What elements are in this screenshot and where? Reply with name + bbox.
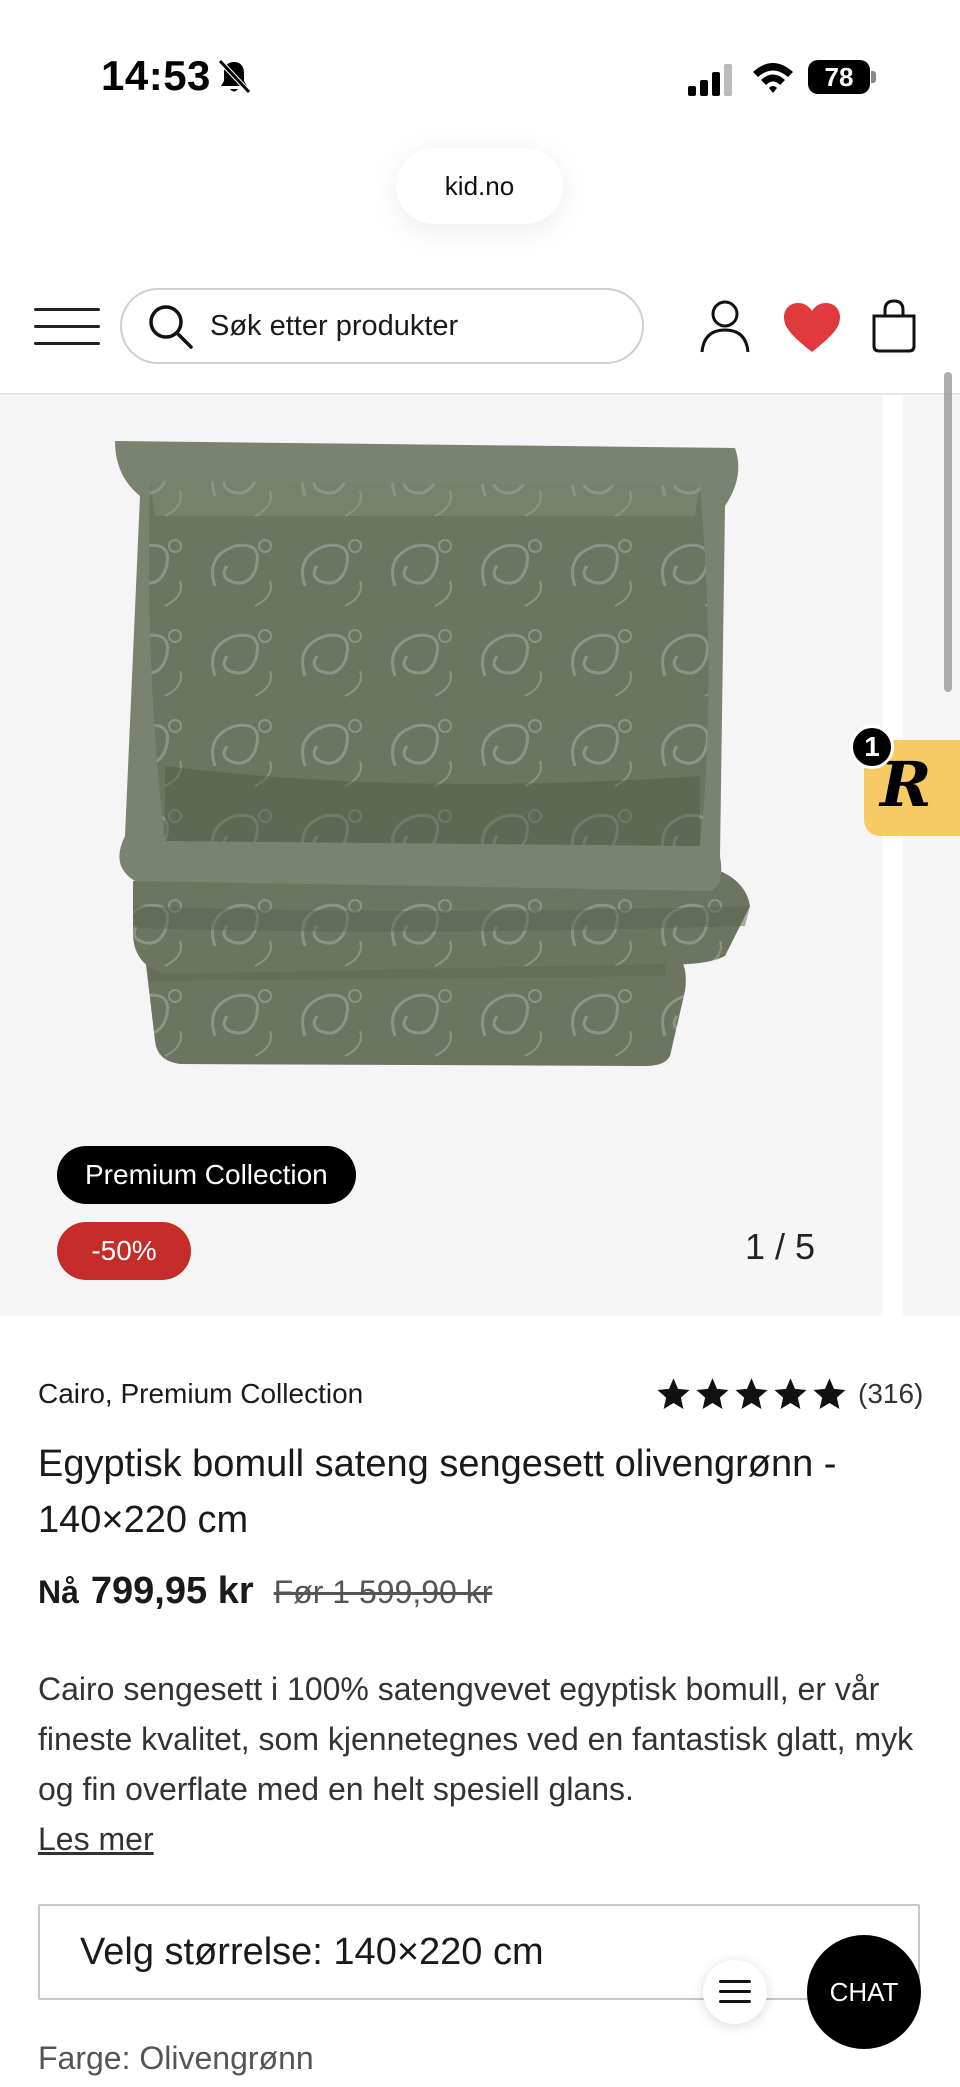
star-icon <box>696 1378 729 1409</box>
gallery-counter: 1 / 5 <box>744 1226 816 1267</box>
gallery-slide[interactable]: Premium Collection -50% 1 / 5 <box>0 396 883 1316</box>
search-input[interactable]: Søk etter produkter <box>120 288 644 364</box>
color-value: Olivengrønn <box>139 2040 314 2076</box>
product-brand[interactable]: Cairo, Premium Collection <box>38 1378 363 1410</box>
rewards-logo-icon: R <box>880 748 932 821</box>
star-icon <box>774 1378 807 1409</box>
url-bar[interactable]: kid.no <box>396 148 563 224</box>
bell-muted-icon <box>218 59 251 94</box>
menu-line-icon <box>34 325 100 328</box>
color-line: Farge: Olivengrønn <box>38 2040 314 2077</box>
star-icon <box>657 1378 690 1409</box>
wifi-icon <box>753 63 793 93</box>
price-before: Før 1 599,90 kr <box>273 1574 493 1610</box>
product-gallery[interactable]: Premium Collection -50% 1 / 5 <box>0 372 960 1316</box>
star-icon <box>735 1378 768 1409</box>
read-more-link[interactable]: Les mer <box>38 1814 154 1864</box>
status-time: 14:53 <box>101 52 211 99</box>
menu-line-icon <box>34 342 100 345</box>
product-description: Cairo sengesett i 100% satengvevet egypt… <box>38 1671 914 1807</box>
chat-button[interactable]: CHAT <box>807 1935 921 2049</box>
list-menu-button[interactable] <box>703 1960 767 2024</box>
product-image <box>115 441 750 1066</box>
price-now: 799,95 kr <box>90 1570 254 1612</box>
price-row: Nå 799,95 kr Før 1 599,90 kr <box>38 1570 492 1613</box>
discount-badge: -50% <box>57 1222 191 1280</box>
shopping-bag-icon[interactable] <box>870 298 918 354</box>
product-title: Egyptisk bomull sateng sengesett oliveng… <box>38 1443 837 1541</box>
size-select[interactable]: Velg størrelse: 140×220 cm <box>38 1904 920 2000</box>
account-icon[interactable] <box>698 298 752 354</box>
review-count: (316) <box>858 1378 924 1409</box>
color-label: Farge: <box>38 2040 131 2076</box>
site-header: Søk etter produkter <box>0 270 960 395</box>
list-icon <box>719 1980 751 2003</box>
premium-collection-badge: Premium Collection <box>57 1146 356 1204</box>
price-now-label: Nå <box>38 1574 79 1610</box>
scrollbar[interactable] <box>944 372 952 692</box>
battery-cap <box>871 71 876 83</box>
rating-stars <box>655 1376 848 1412</box>
cellular-signal-icon <box>688 64 732 96</box>
search-icon <box>149 305 193 349</box>
menu-line-icon <box>34 308 100 311</box>
wishlist-heart-icon[interactable] <box>782 302 842 354</box>
rewards-count-badge: 1 <box>850 725 894 769</box>
search-placeholder: Søk etter produkter <box>210 309 459 342</box>
battery-indicator: 78 <box>808 60 876 94</box>
battery-level: 78 <box>808 60 870 94</box>
product-rating[interactable]: (316) <box>655 1374 923 1414</box>
hamburger-menu-button[interactable] <box>34 304 100 350</box>
star-icon <box>813 1378 846 1409</box>
status-bar: 14:53 78 <box>0 0 960 150</box>
